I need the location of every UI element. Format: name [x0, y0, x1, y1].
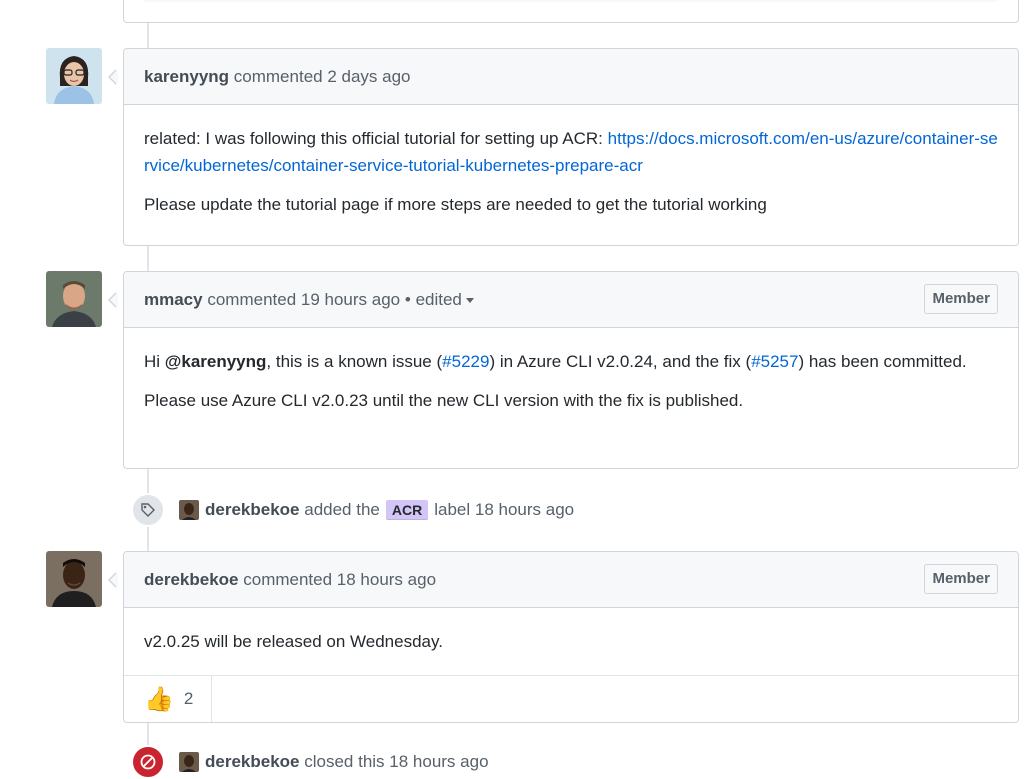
comment-mmacy: mmacy commented 19 hours ago • edited Me… — [108, 271, 1019, 469]
user-mention[interactable]: @karenyyng — [165, 352, 267, 371]
body-text: , this is a known issue ( — [266, 352, 443, 371]
comment-paragraph: Please update the tutorial page if more … — [144, 195, 767, 214]
issue-link[interactable]: #5229 — [442, 352, 489, 371]
member-badge: Member — [924, 284, 998, 314]
header-caret-inner — [110, 69, 118, 85]
avatar-karenyyng[interactable] — [46, 48, 102, 104]
event-actor[interactable]: derekbekoe — [205, 500, 300, 520]
comment-body: Hi @karenyyng, this is a known issue (#5… — [124, 328, 1018, 414]
event-text: added the — [304, 500, 380, 519]
event-actor[interactable]: derekbekoe — [205, 752, 300, 772]
comment-paragraph: v2.0.25 will be released on Wednesday. — [144, 632, 443, 651]
event-closed: derekbekoe closed this 18 hours ago — [131, 745, 489, 779]
comment-author[interactable]: karenyyng — [144, 67, 229, 86]
edited-label: edited — [415, 290, 462, 309]
previous-comment-inner — [144, 0, 998, 2]
comment-paragraph: Please use Azure CLI v2.0.23 until the n… — [144, 391, 744, 410]
event-label-added: derekbekoe added the ACR label 18 hours … — [131, 493, 574, 527]
avatar-derekbekoe[interactable] — [46, 551, 102, 607]
comment-timestamp[interactable]: commented 19 hours ago — [207, 290, 400, 309]
previous-comment-footer — [123, 0, 1019, 23]
comment-karenyyng: karenyyng commented 2 days ago related: … — [108, 48, 1019, 246]
event-timestamp: label 18 hours ago — [434, 500, 575, 519]
bullet-separator: • — [404, 290, 411, 309]
body-text: ) has been committed. — [798, 352, 967, 371]
label-acr[interactable]: ACR — [385, 500, 429, 520]
comment-paragraph: related: I was following this official t… — [144, 125, 998, 179]
reactions-bar: 👍 2 — [124, 675, 1018, 722]
edited-dropdown[interactable]: edited — [416, 290, 474, 309]
tag-icon — [131, 493, 165, 527]
comment-body: related: I was following this official t… — [124, 105, 1018, 218]
comment-paragraph: Hi @karenyyng, this is a known issue (#5… — [144, 348, 998, 375]
avatar-mmacy[interactable] — [46, 271, 102, 327]
closed-icon — [131, 745, 165, 779]
comment-header: mmacy commented 19 hours ago • edited Me… — [108, 272, 1018, 328]
comment-timestamp[interactable]: commented 18 hours ago — [243, 570, 436, 589]
comment-header: derekbekoe commented 18 hours ago Member — [108, 552, 1018, 608]
avatar-derekbekoe-small[interactable] — [179, 752, 199, 772]
header-caret-inner — [110, 292, 118, 308]
event-text: closed this 18 hours ago — [304, 752, 489, 771]
comment-timestamp[interactable]: commented 2 days ago — [234, 67, 411, 86]
avatar-derekbekoe-small[interactable] — [179, 500, 199, 520]
pr-link[interactable]: #5257 — [751, 352, 798, 371]
comment-author[interactable]: mmacy — [144, 290, 203, 309]
body-text: related: I was following this official t… — [144, 129, 608, 148]
comment-derekbekoe: derekbekoe commented 18 hours ago Member… — [108, 551, 1019, 723]
reaction-count: 2 — [183, 689, 194, 708]
thumbs-up-icon: 👍 — [144, 685, 174, 713]
member-badge: Member — [924, 564, 998, 594]
comment-author[interactable]: derekbekoe — [144, 570, 239, 589]
body-text: ) in Azure CLI v2.0.24, and the fix ( — [489, 352, 752, 371]
thumbs-up-reaction[interactable]: 👍 2 — [124, 676, 212, 722]
comment-body: v2.0.25 will be released on Wednesday. — [124, 608, 1018, 655]
body-text: Hi — [144, 352, 165, 371]
chevron-down-icon — [465, 298, 474, 304]
comment-header: karenyyng commented 2 days ago — [108, 49, 1018, 105]
header-caret-inner — [110, 572, 118, 588]
